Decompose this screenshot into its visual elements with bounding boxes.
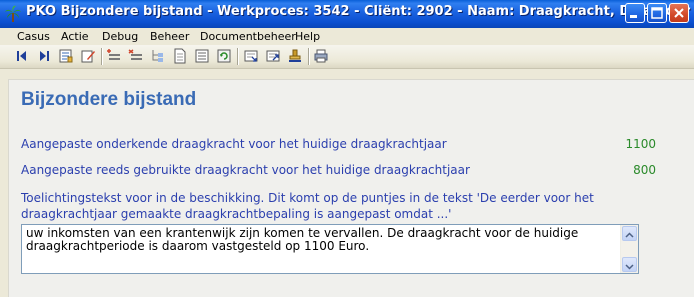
explanation-text: Toelichtingstekst voor in de beschikking…	[21, 191, 594, 221]
notes-icon[interactable]	[58, 48, 74, 64]
menu-beheer[interactable]: Beheer	[150, 30, 189, 43]
chevron-down-icon	[625, 264, 634, 270]
list-icon[interactable]	[194, 48, 210, 64]
tree-icon[interactable]	[150, 48, 166, 64]
field-label-onderkende-draagkracht: Aangepaste onderkende draagkracht voor h…	[21, 137, 447, 151]
explanation-textarea[interactable]: uw inkomsten van een krantenwijk zijn ko…	[21, 224, 639, 274]
add-row-icon[interactable]	[106, 48, 122, 64]
toolbar-separator	[308, 48, 309, 65]
menu-documentbeheer[interactable]: Documentbeheer	[200, 30, 296, 43]
maximize-button[interactable]	[647, 3, 667, 23]
edit-icon[interactable]	[80, 48, 96, 64]
palm-tree-app-icon	[5, 5, 21, 22]
toolbar-separator	[237, 48, 238, 65]
close-button[interactable]	[669, 3, 689, 23]
minimize-button[interactable]	[625, 3, 645, 23]
last-record-icon[interactable]	[36, 48, 52, 64]
delete-row-icon[interactable]	[128, 48, 144, 64]
document-icon[interactable]	[172, 48, 188, 64]
chevron-up-icon	[625, 232, 634, 238]
menu-help[interactable]: Help	[295, 30, 320, 43]
field-value-onderkende-draagkracht: 1100	[625, 137, 656, 151]
toolbar-separator	[101, 48, 102, 65]
import-icon[interactable]	[243, 48, 259, 64]
page-title: Bijzondere bijstand	[21, 89, 197, 110]
toolbar	[0, 45, 694, 69]
textarea-scrollbar[interactable]	[620, 225, 638, 273]
title-bar[interactable]: PKO Bijzondere bijstand - Werkproces: 35…	[0, 0, 694, 28]
refresh-icon[interactable]	[216, 48, 232, 64]
field-label-gebruikte-draagkracht: Aangepaste reeds gebruikte draagkracht v…	[21, 163, 470, 177]
maximize-icon	[651, 7, 663, 19]
scroll-up-button[interactable]	[622, 226, 637, 241]
menu-casus[interactable]: Casus	[17, 30, 50, 43]
export-icon[interactable]	[265, 48, 281, 64]
menu-actie[interactable]: Actie	[61, 30, 89, 43]
menu-debug[interactable]: Debug	[102, 30, 138, 43]
menu-bar: Casus Actie Debug Beheer Documentbeheer …	[0, 28, 694, 45]
textarea-content[interactable]: uw inkomsten van een krantenwijk zijn ko…	[26, 227, 620, 253]
window-title: PKO Bijzondere bijstand - Werkproces: 35…	[26, 4, 691, 19]
stamp-icon[interactable]	[287, 48, 303, 64]
print-icon[interactable]	[313, 48, 329, 64]
close-icon	[674, 8, 684, 18]
minimize-icon	[630, 15, 637, 18]
field-value-gebruikte-draagkracht: 800	[633, 163, 656, 177]
scroll-down-button[interactable]	[622, 257, 637, 272]
first-record-icon[interactable]	[14, 48, 30, 64]
